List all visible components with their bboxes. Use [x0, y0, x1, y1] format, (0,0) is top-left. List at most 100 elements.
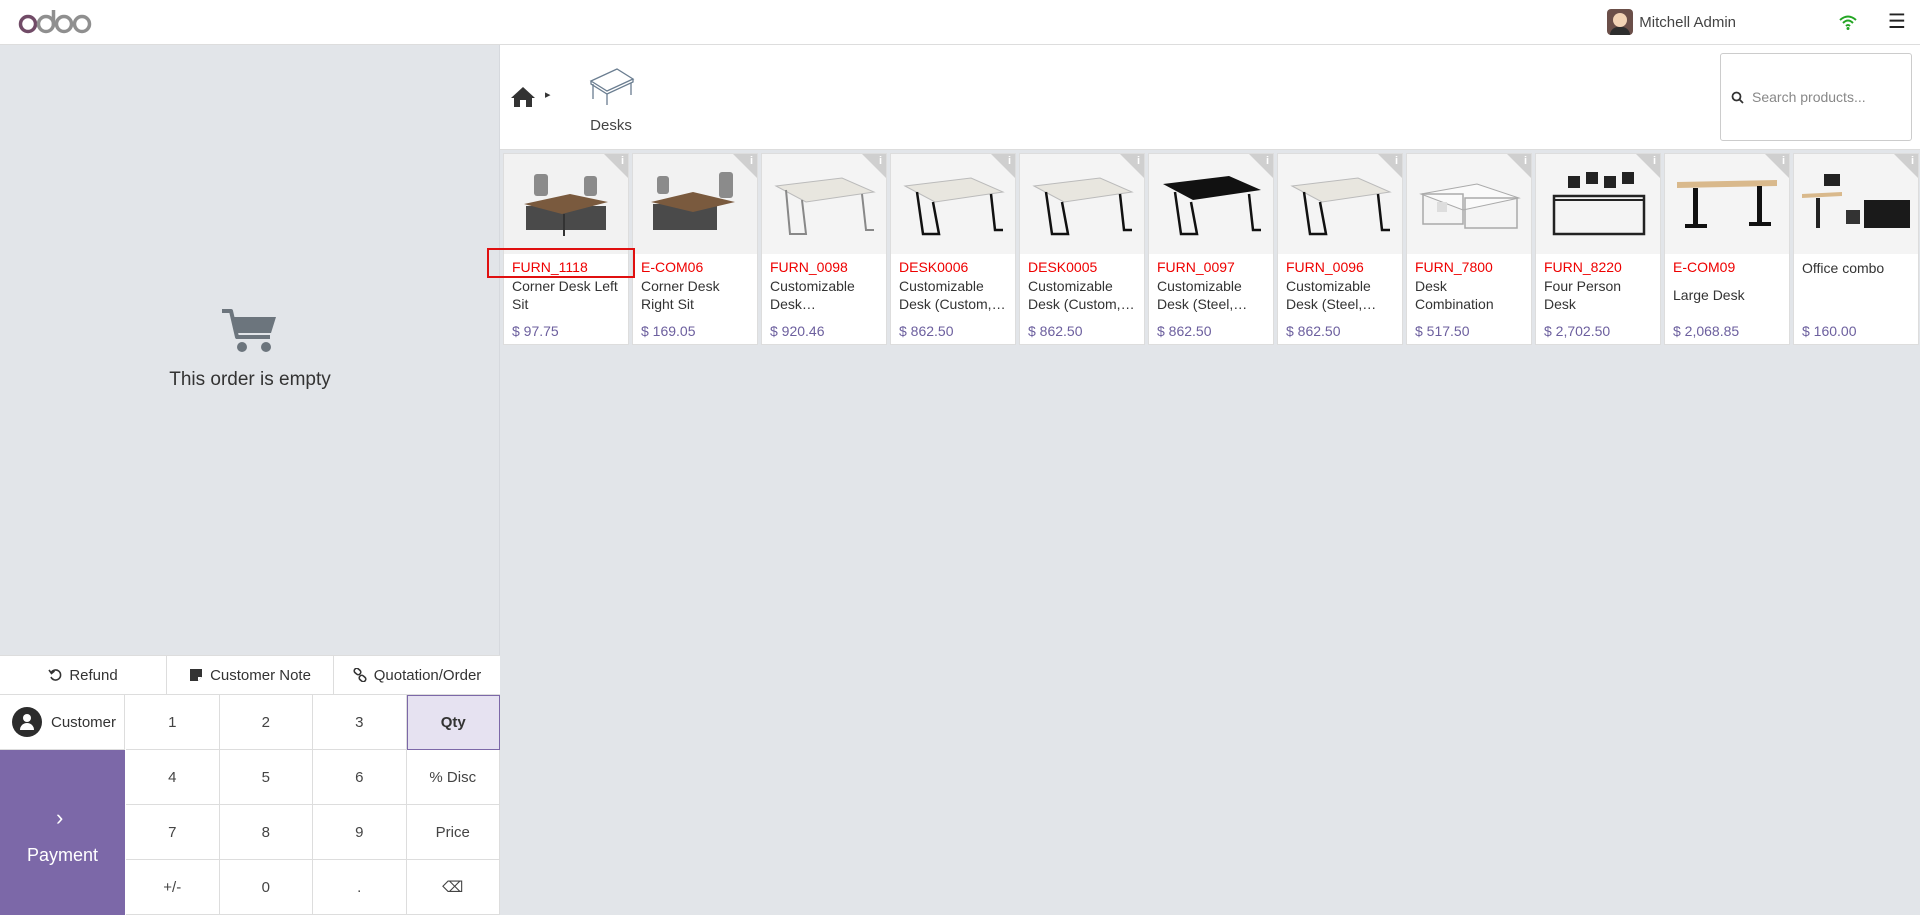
product-code: FURN_0098 [770, 259, 848, 275]
customer-label: Customer [51, 713, 117, 731]
undo-icon [48, 669, 62, 681]
category-label: Desks [590, 117, 632, 134]
user-name: Mitchell Admin [1639, 13, 1736, 31]
info-icon[interactable]: i [879, 155, 882, 167]
category-desks[interactable]: Desks [585, 65, 637, 134]
info-badge[interactable] [1765, 154, 1789, 178]
search-box[interactable] [1720, 53, 1912, 141]
info-icon[interactable]: i [1782, 155, 1785, 167]
product-name: Customizable Desk… [770, 278, 855, 312]
info-icon[interactable]: i [1008, 155, 1011, 167]
home-icon[interactable] [510, 85, 536, 109]
plus-minus-key[interactable]: +/- [126, 860, 220, 915]
numpad-key[interactable]: 7 [126, 805, 220, 860]
info-badge[interactable] [1894, 154, 1918, 178]
product-card[interactable]: i FURN_0097 Customizable Desk (Steel,… $… [1148, 153, 1274, 345]
info-badge[interactable] [1378, 154, 1402, 178]
product-code: FURN_8220 [1544, 259, 1622, 275]
top-navbar: Mitchell Admin ☰ [0, 0, 1920, 45]
product-code: FURN_0096 [1286, 259, 1364, 275]
product-name: Desk Combination [1415, 278, 1494, 312]
info-badge[interactable] [1636, 154, 1660, 178]
desk-category-icon [589, 68, 635, 105]
info-icon[interactable]: i [621, 155, 624, 167]
user-menu[interactable]: Mitchell Admin [1607, 8, 1736, 36]
product-code: E-COM06 [641, 259, 704, 275]
info-badge[interactable] [604, 154, 628, 178]
info-badge[interactable] [991, 154, 1015, 178]
customer-note-label: Customer Note [210, 666, 311, 684]
product-card[interactable]: i DESK0005 Customizable Desk (Custom,… $… [1019, 153, 1145, 345]
info-badge[interactable] [733, 154, 757, 178]
refund-button[interactable]: Refund [0, 656, 167, 694]
refund-label: Refund [69, 666, 118, 684]
numpad-key[interactable]: 2 [219, 695, 313, 750]
caret-right-icon: ▸ [545, 89, 551, 101]
info-badge[interactable] [1507, 154, 1531, 178]
product-card[interactable]: i FURN_7800 Desk Combination $ 517.50 [1406, 153, 1532, 345]
decimal-key[interactable]: . [313, 860, 407, 915]
product-name: Customizable Desk (Steel,… [1157, 278, 1248, 312]
product-name: Customizable Desk (Custom,… [899, 278, 1006, 312]
quotation-order-label: Quotation/Order [373, 666, 482, 684]
info-badge[interactable] [1249, 154, 1273, 178]
numpad-key[interactable]: 9 [313, 805, 407, 860]
product-list: i FURN_1118 Corner Desk Left Sit $ 97.75… [503, 153, 1919, 345]
numpad-key[interactable]: 1 [126, 695, 220, 750]
product-card[interactable]: i E-COM09 Large Desk $ 2,068.85 [1664, 153, 1790, 345]
hamburger-icon[interactable]: ☰ [1888, 11, 1908, 33]
info-icon[interactable]: i [1653, 155, 1656, 167]
numpad-key[interactable]: 6 [313, 750, 407, 805]
search-icon [1731, 91, 1744, 104]
wifi-icon[interactable] [1838, 12, 1858, 32]
customer-button[interactable]: Customer [0, 695, 125, 750]
category-bar: ▸ Desks [500, 45, 1920, 150]
product-card[interactable]: i DESK0006 Customizable Desk (Custom,… $… [890, 153, 1016, 345]
product-code: FURN_0097 [1157, 259, 1235, 275]
numpad-key[interactable]: 5 [219, 750, 313, 805]
discount-mode-button[interactable]: % Disc [406, 750, 500, 805]
product-price: $ 862.50 [1286, 323, 1341, 339]
product-code: FURN_7800 [1415, 259, 1493, 275]
product-name: Office combo [1802, 260, 1885, 276]
product-price: $ 517.50 [1415, 323, 1470, 339]
product-card[interactable]: i E-COM06 Corner Desk Right Sit $ 169.05 [632, 153, 758, 345]
search-input[interactable] [1752, 89, 1902, 105]
product-card[interactable]: i Office combo $ 160.00 [1793, 153, 1919, 345]
qty-mode-button[interactable]: Qty [406, 695, 500, 750]
numpad-key[interactable]: 0 [219, 860, 313, 915]
chevron-right-icon: › [56, 805, 64, 830]
info-icon[interactable]: i [1911, 155, 1914, 167]
info-icon[interactable]: i [1524, 155, 1527, 167]
info-icon[interactable]: i [1266, 155, 1269, 167]
product-card[interactable]: i FURN_0096 Customizable Desk (Steel,… $… [1277, 153, 1403, 345]
user-icon [12, 707, 42, 737]
product-name: Four Person Desk [1544, 278, 1622, 312]
price-mode-button[interactable]: Price [406, 805, 500, 860]
customer-note-button[interactable]: Customer Note [167, 656, 334, 694]
numpad-key[interactable]: 8 [219, 805, 313, 860]
product-price: $ 862.50 [899, 323, 954, 339]
info-icon[interactable]: i [750, 155, 753, 167]
backspace-key[interactable]: ⌫ [406, 860, 500, 915]
info-badge[interactable] [862, 154, 886, 178]
product-price: $ 920.46 [770, 323, 825, 339]
numpad-key[interactable]: 3 [313, 695, 407, 750]
info-icon[interactable]: i [1137, 155, 1140, 167]
quotation-order-button[interactable]: Quotation/Order [334, 656, 500, 694]
numpad-key[interactable]: 4 [126, 750, 220, 805]
payment-button[interactable]: › Payment [0, 750, 125, 915]
order-controls: Refund Customer Note Quotation/Order [0, 655, 500, 695]
link-icon [353, 668, 367, 682]
product-name: Corner Desk Right Sit [641, 278, 720, 312]
product-card[interactable]: i FURN_1118 Corner Desk Left Sit $ 97.75 [503, 153, 629, 345]
info-icon[interactable]: i [1395, 155, 1398, 167]
product-price: $ 862.50 [1157, 323, 1212, 339]
product-name: Customizable Desk (Custom,… [1028, 278, 1135, 312]
product-card[interactable]: i FURN_0098 Customizable Desk… $ 920.46 [761, 153, 887, 345]
info-badge[interactable] [1120, 154, 1144, 178]
avatar [1607, 9, 1634, 35]
product-card[interactable]: i FURN_8220 Four Person Desk $ 2,702.50 [1535, 153, 1661, 345]
payment-label: Payment [26, 845, 99, 865]
product-code: DESK0006 [899, 259, 969, 275]
